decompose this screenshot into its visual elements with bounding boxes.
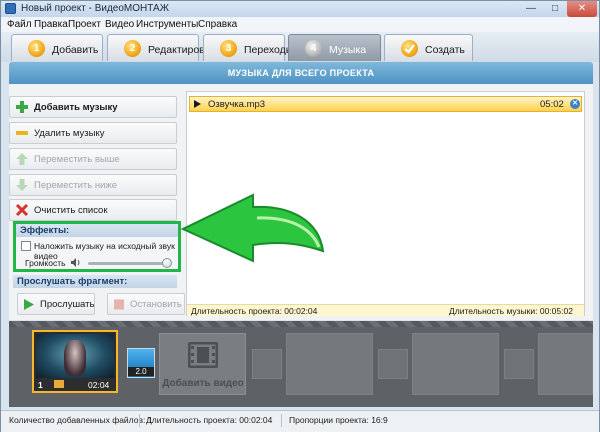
add-music-button[interactable]: Добавить музыку xyxy=(9,96,177,118)
status-files: Количество добавленных файлов: 1 xyxy=(9,415,153,425)
remove-music-label: Удалить музыку xyxy=(34,128,105,139)
empty-transition-slot xyxy=(504,349,534,379)
app-icon xyxy=(5,3,16,14)
window-title: Новый проект - ВидеоМОНТАЖ xyxy=(21,3,169,14)
menu-tools[interactable]: Инструменты xyxy=(136,19,198,30)
timeline: 1 02:04 2.0 Добавить видео xyxy=(9,321,593,407)
status-aspect: Пропорции проекта: 16:9 xyxy=(289,415,388,425)
move-down-button[interactable]: Переместить ниже xyxy=(9,174,177,196)
plus-icon xyxy=(16,101,28,113)
video-clip[interactable]: 1 02:04 xyxy=(32,330,118,393)
music-track-row[interactable]: Озвучка.mp3 05:02 ✕ xyxy=(189,96,582,112)
menu-bar: Файл Правка Проект Видео Инструменты Спр… xyxy=(1,17,599,32)
empty-clip-slot xyxy=(412,333,499,395)
duration-footer: Длительность проекта: 00:02:04 Длительно… xyxy=(187,304,584,316)
listen-button[interactable]: Прослушать xyxy=(17,293,95,315)
green-arrow-icon xyxy=(180,193,325,263)
tab-transitions[interactable]: 3 Переходы xyxy=(203,34,293,61)
remove-track-icon[interactable]: ✕ xyxy=(570,99,580,109)
menu-project[interactable]: Проект xyxy=(68,19,101,30)
empty-transition-slot xyxy=(252,349,282,379)
stop-icon xyxy=(114,299,124,310)
maximize-button[interactable]: □ xyxy=(543,1,567,17)
app-window: Новый проект - ВидеоМОНТАЖ — □ ✕ Файл Пр… xyxy=(0,0,600,432)
transition-duration: 2.0 xyxy=(128,367,154,376)
pencil-icon[interactable] xyxy=(54,380,64,388)
effects-header: Эффекты: xyxy=(16,224,178,237)
move-down-label: Переместить ниже xyxy=(34,180,118,191)
menu-video[interactable]: Видео xyxy=(105,19,134,30)
status-divider xyxy=(281,414,282,427)
thumbnail-figure xyxy=(64,340,86,376)
menu-edit[interactable]: Правка xyxy=(34,19,68,30)
tab-label: Музыка xyxy=(329,44,367,56)
music-duration: Длительность музыки: 00:05:02 xyxy=(449,306,573,316)
transition-block[interactable]: 2.0 xyxy=(127,348,155,378)
volume-slider-track[interactable] xyxy=(88,262,170,265)
section-title: МУЗЫКА ДЛЯ ВСЕГО ПРОЕКТА xyxy=(227,68,375,78)
tab-add[interactable]: 1 Добавить xyxy=(11,34,103,61)
clip-index: 1 xyxy=(38,380,43,390)
minus-icon xyxy=(16,131,28,135)
add-music-label: Добавить музыку xyxy=(34,102,118,113)
project-duration: Длительность проекта: 00:02:04 xyxy=(191,306,318,316)
menu-file[interactable]: Файл xyxy=(7,19,32,30)
play-icon[interactable] xyxy=(194,100,201,108)
checkmark-icon xyxy=(401,40,418,57)
arrow-down-icon xyxy=(16,179,28,191)
play-icon xyxy=(24,299,34,310)
red-x-icon xyxy=(15,203,29,217)
step-number-badge: 3 xyxy=(220,40,237,57)
arrow-up-icon xyxy=(16,153,28,165)
move-up-label: Переместить выше xyxy=(34,154,120,165)
step-tabs: 1 Добавить 2 Редактировать 3 Переходы 4 … xyxy=(1,32,599,62)
clear-list-button[interactable]: Очистить список xyxy=(9,199,177,221)
section-header: МУЗЫКА ДЛЯ ВСЕГО ПРОЕКТА xyxy=(9,62,593,84)
track-name: Озвучка.mp3 xyxy=(208,99,266,110)
preview-header: Прослушать фрагмент: xyxy=(13,275,177,288)
tab-edit[interactable]: 2 Редактировать xyxy=(107,34,221,61)
overlay-music-checkbox[interactable] xyxy=(21,241,31,251)
listen-label: Прослушать xyxy=(40,299,95,310)
empty-transition-slot xyxy=(378,349,408,379)
tab-label: Переходы xyxy=(244,44,294,56)
status-bar: Количество добавленных файлов: 1 Длитель… xyxy=(1,410,599,432)
tab-music[interactable]: 4 Музыка xyxy=(288,34,381,61)
effects-panel: Эффекты: Наложить музыку на исходный зву… xyxy=(13,221,181,272)
clear-list-label: Очистить список xyxy=(34,205,108,216)
timeline-stripe xyxy=(9,321,593,327)
stop-label: Остановить xyxy=(130,299,182,310)
volume-label: Громкость xyxy=(25,258,66,268)
move-up-button[interactable]: Переместить выше xyxy=(9,148,177,170)
clip-duration: 02:04 xyxy=(88,380,110,390)
tab-create[interactable]: Создать xyxy=(384,34,473,61)
speaker-icon xyxy=(71,258,80,267)
remove-music-button[interactable]: Удалить музыку xyxy=(9,122,177,144)
step-number-badge: 4 xyxy=(305,40,322,57)
close-button[interactable]: ✕ xyxy=(567,1,597,17)
menu-help[interactable]: Справка xyxy=(198,19,237,30)
minimize-button[interactable]: — xyxy=(519,1,543,17)
add-video-label: Добавить видео xyxy=(162,378,244,389)
clip-thumbnail xyxy=(36,334,114,378)
status-duration: Длительность проекта: 00:02:04 xyxy=(146,415,273,425)
add-video-slot[interactable]: Добавить видео xyxy=(159,333,246,395)
film-strip-icon xyxy=(188,342,218,368)
tab-label: Создать xyxy=(425,44,465,56)
status-divider xyxy=(139,414,140,427)
stop-button[interactable]: Остановить xyxy=(107,293,185,315)
track-duration: 05:02 xyxy=(540,99,564,110)
step-number-badge: 2 xyxy=(124,40,141,57)
title-bar: Новый проект - ВидеоМОНТАЖ — □ ✕ xyxy=(1,1,599,17)
empty-clip-slot xyxy=(286,333,373,395)
step-number-badge: 1 xyxy=(28,40,45,57)
tab-label: Добавить xyxy=(52,44,99,56)
empty-clip-slot xyxy=(538,333,593,395)
